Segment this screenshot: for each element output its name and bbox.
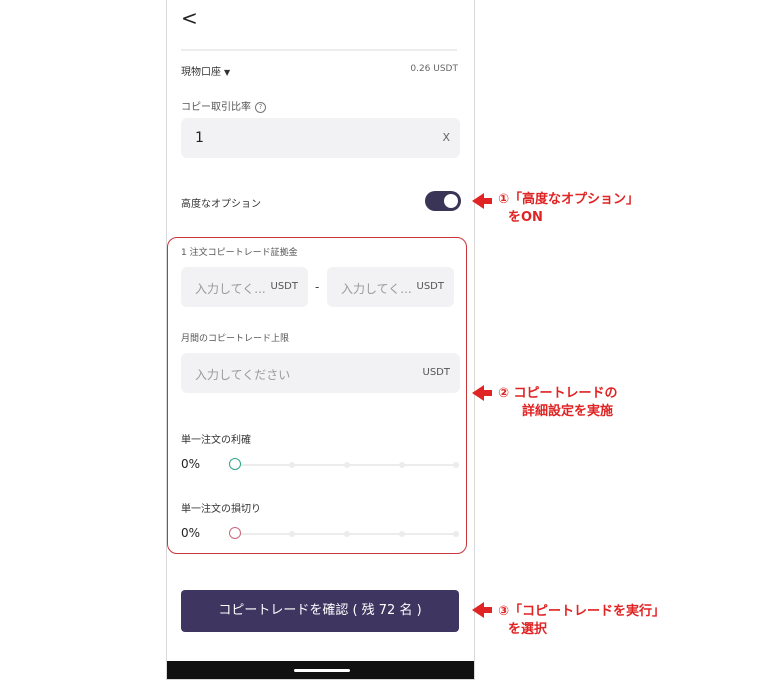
confirm-copy-trade-button[interactable]: コピートレードを確認 ( 残 72 名 ): [181, 590, 459, 632]
caret-down-icon: ▼: [224, 68, 231, 77]
copy-ratio-value: 1: [195, 130, 204, 146]
arrow-3-icon: [472, 602, 492, 618]
annotation-1-line2: をON: [508, 210, 543, 225]
divider: [181, 49, 457, 51]
copy-ratio-input[interactable]: 1 X: [181, 118, 460, 158]
annotation-2: ② コピートレードの 詳細設定を実施: [498, 385, 618, 421]
help-icon[interactable]: ?: [255, 102, 266, 113]
arrow-2-icon: [472, 385, 492, 401]
annotation-1-line1: ①「高度なオプション」: [498, 192, 640, 207]
advanced-options-label: 高度なオプション: [181, 199, 261, 210]
annotation-2-line2: 詳細設定を実施: [522, 404, 614, 419]
advanced-options-toggle[interactable]: [425, 191, 461, 211]
annotation-2-line1: ② コピートレードの: [498, 386, 618, 401]
account-selector[interactable]: 現物口座 ▼: [181, 63, 230, 78]
account-label: 現物口座: [181, 67, 221, 78]
annotation-1: ①「高度なオプション」 をON: [498, 191, 639, 227]
back-chevron-icon[interactable]: <: [181, 6, 198, 30]
annotation-3-line1: ③「コピートレードを実行」: [498, 604, 666, 619]
system-nav-bar: [167, 661, 474, 679]
annotation-3: ③「コピートレードを実行」 を選択: [498, 603, 665, 639]
toggle-knob: [444, 194, 458, 208]
copy-ratio-label-text: コピー取引比率: [181, 102, 251, 113]
account-balance: 0.26 USDT: [410, 64, 458, 74]
copy-ratio-unit: X: [442, 131, 450, 144]
annotation-3-line2: を選択: [508, 622, 548, 637]
arrow-1-icon: [472, 193, 492, 209]
home-indicator[interactable]: [294, 669, 350, 672]
copy-ratio-label: コピー取引比率?: [181, 98, 266, 113]
highlight-box: [167, 237, 467, 554]
